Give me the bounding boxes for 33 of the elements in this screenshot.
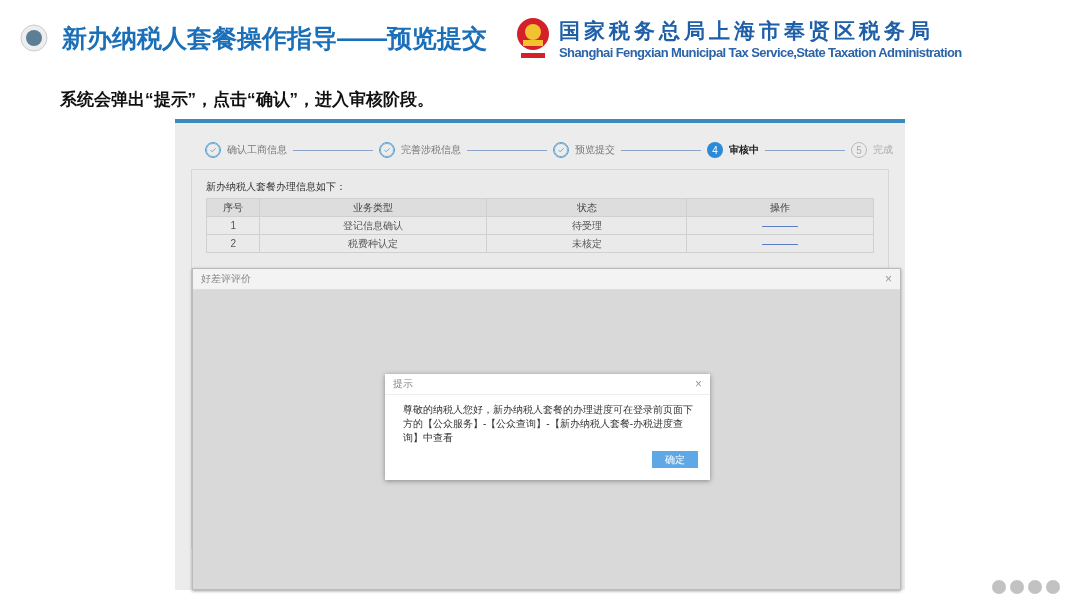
step-label: 预览提交 xyxy=(575,143,615,157)
table-cell: 未核定 xyxy=(486,234,687,253)
close-button[interactable]: × xyxy=(885,272,892,286)
bullet-icon xyxy=(20,24,48,52)
table-cell: 税费种认定 xyxy=(259,234,487,253)
action-link[interactable] xyxy=(762,225,799,227)
close-button[interactable]: × xyxy=(695,377,702,391)
step-label: 确认工商信息 xyxy=(227,143,287,157)
dialog-message: 尊敬的纳税人您好，新办纳税人套餐的办理进度可在登录前页面下方的【公众服务】-【公众查询】-【新办纳税人套餐-办税进度查询】中查看 xyxy=(402,403,694,445)
org-name: 国家税务总局上海市奉贤区税务局 xyxy=(559,17,935,44)
table-cell: 2 xyxy=(206,234,260,253)
slide-subtitle: 系统会弹出“提示”，点击“确认”，进入审核阶段。 xyxy=(60,89,435,111)
step-label: 审核中 xyxy=(729,143,759,157)
action-link[interactable] xyxy=(762,243,799,245)
column-header: 状态 xyxy=(486,198,687,217)
org-name-english: Shanghai Fengxian Municipal Tax Service,State Taxation Administration xyxy=(559,44,962,60)
step-number: 4 xyxy=(707,142,723,158)
page-dot[interactable] xyxy=(1028,580,1042,594)
confirm-button[interactable]: 确定 xyxy=(652,451,698,468)
slide-title: 新办纳税人套餐操作指导——预览提交 xyxy=(62,22,487,54)
table-cell: 待受理 xyxy=(486,216,687,235)
column-header: 业务类型 xyxy=(259,198,487,217)
page-dot[interactable] xyxy=(1010,580,1024,594)
column-header: 操作 xyxy=(686,198,874,217)
column-header: 序号 xyxy=(206,198,260,217)
table-cell: 1 xyxy=(206,216,260,235)
step-label: 完善涉税信息 xyxy=(401,143,461,157)
page-dot[interactable] xyxy=(992,580,1006,594)
table-heading: 新办纳税人套餐办理信息如下： xyxy=(206,180,347,194)
modal-title: 好差评评价 xyxy=(201,272,251,286)
page-dot[interactable] xyxy=(1046,580,1060,594)
table-cell: 登记信息确认 xyxy=(259,216,487,235)
dialog-title: 提示 xyxy=(393,377,413,391)
